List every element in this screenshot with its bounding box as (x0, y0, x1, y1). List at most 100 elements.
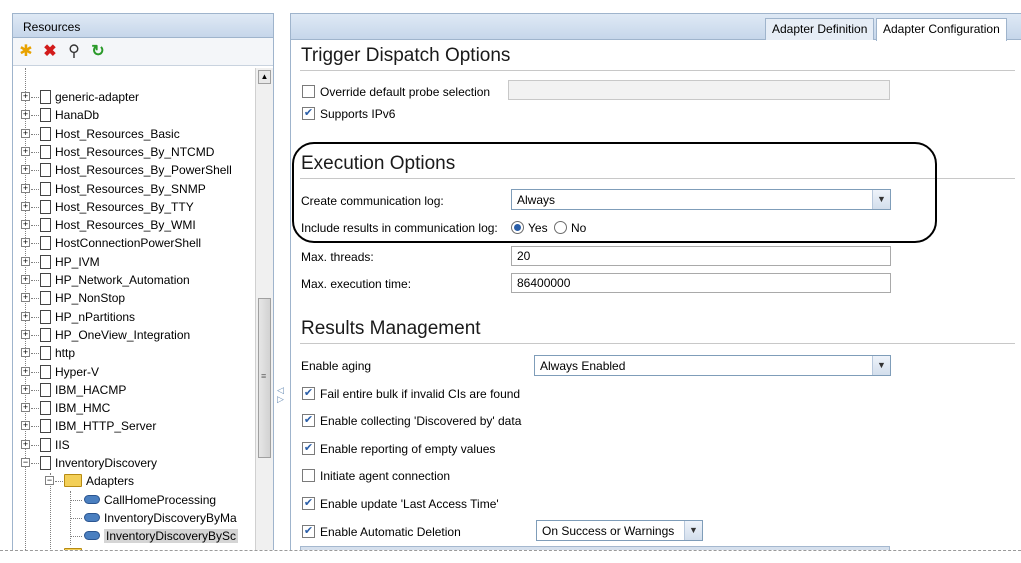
fail-bulk-label: Fail entire bulk if invalid CIs are foun… (320, 387, 521, 401)
tree-node[interactable]: + Host_Resources_By_NTCMD (13, 143, 255, 161)
tree-node[interactable]: + IBM_HMC (13, 399, 255, 417)
expand-icon[interactable]: + (21, 92, 30, 101)
tree-node[interactable]: + IBM_HTTP_Server (13, 417, 255, 435)
tree-node-label: IBM_HTTP_Server (55, 419, 157, 434)
chevron-down-icon[interactable]: ▼ (872, 356, 890, 375)
max-execution-time-input[interactable]: 86400000 (511, 273, 891, 293)
probe-selection-field[interactable] (508, 80, 890, 100)
expand-icon[interactable]: + (21, 165, 30, 175)
tree-node[interactable]: + Host_Resources_By_PowerShell (13, 161, 255, 179)
tree-node-label: Host_Resources_By_SNMP (55, 181, 206, 196)
tree-node[interactable]: + HP_nPartitions (13, 308, 255, 326)
tree-connector (31, 353, 39, 355)
discovered-by-label: Enable collecting 'Discovered by' data (320, 414, 522, 428)
tree-node-label: IBM_HMC (55, 401, 111, 416)
tree-node[interactable]: + Host_Resources_By_SNMP (13, 180, 255, 198)
refresh-icon[interactable]: ↻ (89, 43, 107, 61)
scroll-thumb[interactable]: ≡ (258, 298, 271, 458)
agent-connection-checkbox[interactable] (302, 469, 315, 482)
tab-adapter-configuration[interactable]: Adapter Configuration (876, 18, 1007, 41)
collapse-icon[interactable]: − (21, 458, 30, 467)
delete-icon[interactable]: ✖ (41, 43, 59, 61)
expand-icon[interactable]: + (21, 384, 30, 394)
expand-icon[interactable]: + (21, 311, 30, 321)
tree-node[interactable]: + HP_OneView_Integration (13, 326, 255, 344)
tree-node[interactable]: + Hyper-V (13, 363, 255, 381)
tree-node[interactable]: + HP_NonStop (13, 289, 255, 307)
tree-connector (31, 151, 39, 153)
tree-node[interactable]: + Host_Resources_By_TTY (13, 198, 255, 216)
expand-icon[interactable]: + (21, 293, 30, 303)
supports-ipv6-label: Supports IPv6 (320, 107, 396, 121)
expand-icon[interactable]: + (21, 439, 30, 449)
tree-node-label: InventoryDiscoveryBySc (104, 529, 239, 544)
tree-node[interactable]: + Host_Resources_Basic (13, 125, 255, 143)
max-execution-time-label: Max. execution time: (301, 277, 412, 291)
expand-icon[interactable]: + (21, 238, 30, 248)
tree-node[interactable]: + Host_Resources_By_WMI (13, 216, 255, 234)
tree-node[interactable]: + HanaDb (13, 106, 255, 124)
collapse-icon[interactable]: − (45, 476, 54, 486)
collapse-arrows-icon[interactable]: ◁ ▷ (277, 386, 284, 404)
tree-node[interactable]: + HP_IVM (13, 253, 255, 271)
tree-node[interactable]: + HostConnectionPowerShell (13, 234, 255, 252)
tree-connector (31, 206, 39, 208)
tree-node[interactable]: − InventoryDiscovery (13, 454, 255, 472)
expand-icon[interactable]: + (21, 275, 30, 284)
scroll-up-arrow-icon[interactable]: ▲ (258, 70, 271, 84)
auto-deletion-checkbox[interactable]: ✔ (302, 525, 315, 538)
tree-node-label: IIS (55, 437, 70, 452)
expand-icon[interactable]: + (21, 110, 30, 120)
tree-node[interactable]: + http (13, 344, 255, 362)
tree-connector (31, 170, 39, 172)
section-divider (300, 343, 1015, 344)
tree-node[interactable]: − Adapters (13, 472, 255, 490)
tree-connector (31, 463, 39, 464)
expand-icon[interactable]: + (21, 366, 30, 376)
adapter-icon (84, 512, 100, 522)
override-probe-checkbox[interactable] (302, 85, 315, 98)
expand-icon[interactable]: + (21, 403, 30, 413)
tree-scrollbar[interactable]: ▲ ≡ (255, 68, 273, 562)
enable-aging-select[interactable]: Always Enabled ▼ (534, 355, 891, 376)
new-resource-icon[interactable]: ✱ (17, 43, 35, 61)
tree-node-label: HP_IVM (55, 254, 100, 269)
auto-deletion-label: Enable Automatic Deletion (320, 525, 461, 539)
tree-connector (31, 408, 39, 410)
expand-icon[interactable]: + (21, 201, 30, 211)
supports-ipv6-checkbox[interactable]: ✔ (302, 107, 315, 120)
empty-values-checkbox[interactable]: ✔ (302, 442, 315, 455)
tree-node[interactable]: + IIS (13, 436, 255, 454)
expand-icon[interactable]: + (21, 220, 30, 230)
chevron-down-icon[interactable]: ▼ (684, 521, 702, 540)
auto-deletion-value: On Success or Warnings (542, 524, 675, 538)
enable-aging-value: Always Enabled (540, 359, 626, 373)
tree-node[interactable]: + IBM_HACMP (13, 381, 255, 399)
tree-node[interactable]: InventoryDiscoveryByMa (13, 509, 255, 527)
panel-splitter[interactable]: ◁ ▷ (274, 13, 290, 563)
expand-icon[interactable]: + (21, 146, 30, 156)
fail-bulk-checkbox[interactable]: ✔ (302, 387, 315, 400)
expand-icon[interactable]: + (21, 421, 30, 431)
package-icon (40, 309, 51, 324)
tree-connector (31, 389, 39, 391)
max-threads-input[interactable]: 20 (511, 246, 891, 266)
search-icon[interactable]: ⚲ (65, 43, 83, 61)
expand-icon[interactable]: + (21, 256, 30, 266)
last-access-checkbox[interactable]: ✔ (302, 497, 315, 510)
tree-node[interactable]: InventoryDiscoveryBySc (13, 527, 255, 545)
tree-connector (31, 298, 39, 300)
tab-adapter-definition[interactable]: Adapter Definition (765, 18, 875, 40)
expand-icon[interactable]: + (21, 348, 30, 358)
resources-panel-header: Resources (13, 14, 273, 38)
expand-icon[interactable]: + (21, 128, 30, 138)
auto-deletion-select[interactable]: On Success or Warnings ▼ (536, 520, 703, 541)
tree-node-label: Hyper-V (55, 364, 100, 379)
tree-node-label: HanaDb (55, 108, 100, 123)
expand-icon[interactable]: + (21, 183, 30, 193)
expand-icon[interactable]: + (21, 329, 30, 339)
tree-node[interactable]: CallHomeProcessing (13, 491, 255, 509)
discovered-by-checkbox[interactable]: ✔ (302, 414, 315, 427)
tree-node[interactable]: + generic-adapter (13, 88, 255, 106)
tree-node[interactable]: + HP_Network_Automation (13, 271, 255, 289)
